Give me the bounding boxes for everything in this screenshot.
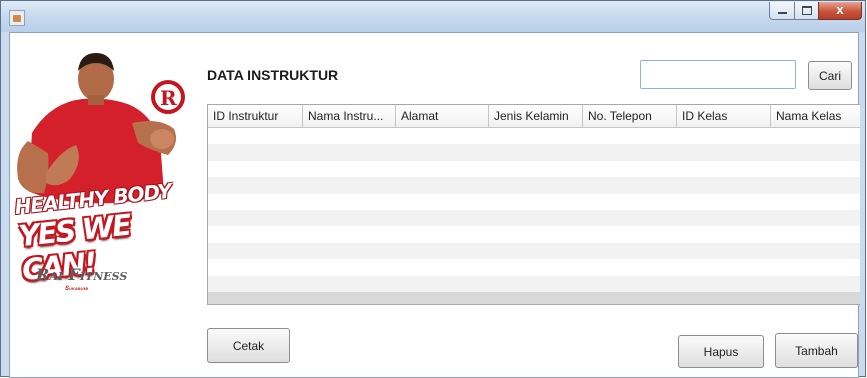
table-row[interactable] (208, 160, 860, 178)
column-header-nama-instruktur[interactable]: Nama Instru... (303, 105, 396, 127)
table-row[interactable] (208, 177, 860, 194)
print-button[interactable]: Cetak (207, 328, 290, 363)
title-bar[interactable]: x (1, 1, 865, 32)
column-header-no-telepon[interactable]: No. Telepon (583, 105, 677, 127)
search-button[interactable]: Cari (808, 61, 852, 90)
delete-button[interactable]: Hapus (678, 335, 764, 368)
table-row[interactable] (208, 275, 860, 292)
table-row[interactable] (208, 144, 860, 161)
table-row[interactable] (208, 259, 860, 276)
table-row[interactable] (208, 128, 860, 145)
java-app-icon[interactable] (9, 10, 25, 26)
column-header-id-kelas[interactable]: ID Kelas (677, 105, 771, 127)
close-glyph: x (836, 2, 844, 17)
app-window: x R HEALTHY BODY YES WE CAN! Rai Fitness… (0, 0, 866, 378)
brand-logo-letter: R (160, 86, 177, 110)
brand-panel: R HEALTHY BODY YES WE CAN! Rai Fitness S… (10, 33, 200, 363)
add-button[interactable]: Tambah (775, 333, 858, 368)
page-title: DATA INSTRUKTUR (207, 67, 339, 83)
table-header: ID Instruktur Nama Instru... Alamat Jeni… (208, 105, 860, 128)
search-input[interactable] (640, 60, 796, 89)
table-row[interactable] (208, 226, 860, 243)
minimize-icon[interactable] (769, 2, 795, 20)
brand-city: Sukabumi (65, 286, 88, 292)
column-header-jenis-kelamin[interactable]: Jenis Kelamin (489, 105, 583, 127)
table-body[interactable] (208, 128, 860, 292)
brand-name: Rai Fitness (36, 265, 128, 284)
instructor-table[interactable]: ID Instruktur Nama Instru... Alamat Jeni… (207, 104, 860, 305)
content-panel: R HEALTHY BODY YES WE CAN! Rai Fitness S… (9, 32, 860, 378)
table-row[interactable] (208, 193, 860, 210)
column-header-alamat[interactable]: Alamat (396, 105, 489, 127)
column-header-id-instruktur[interactable]: ID Instruktur (208, 105, 303, 127)
column-header-nama-kelas[interactable]: Nama Kelas (771, 105, 860, 127)
maximize-icon[interactable] (794, 2, 819, 20)
close-icon[interactable]: x (818, 2, 862, 20)
table-row[interactable] (208, 242, 860, 260)
table-row[interactable] (208, 210, 860, 227)
